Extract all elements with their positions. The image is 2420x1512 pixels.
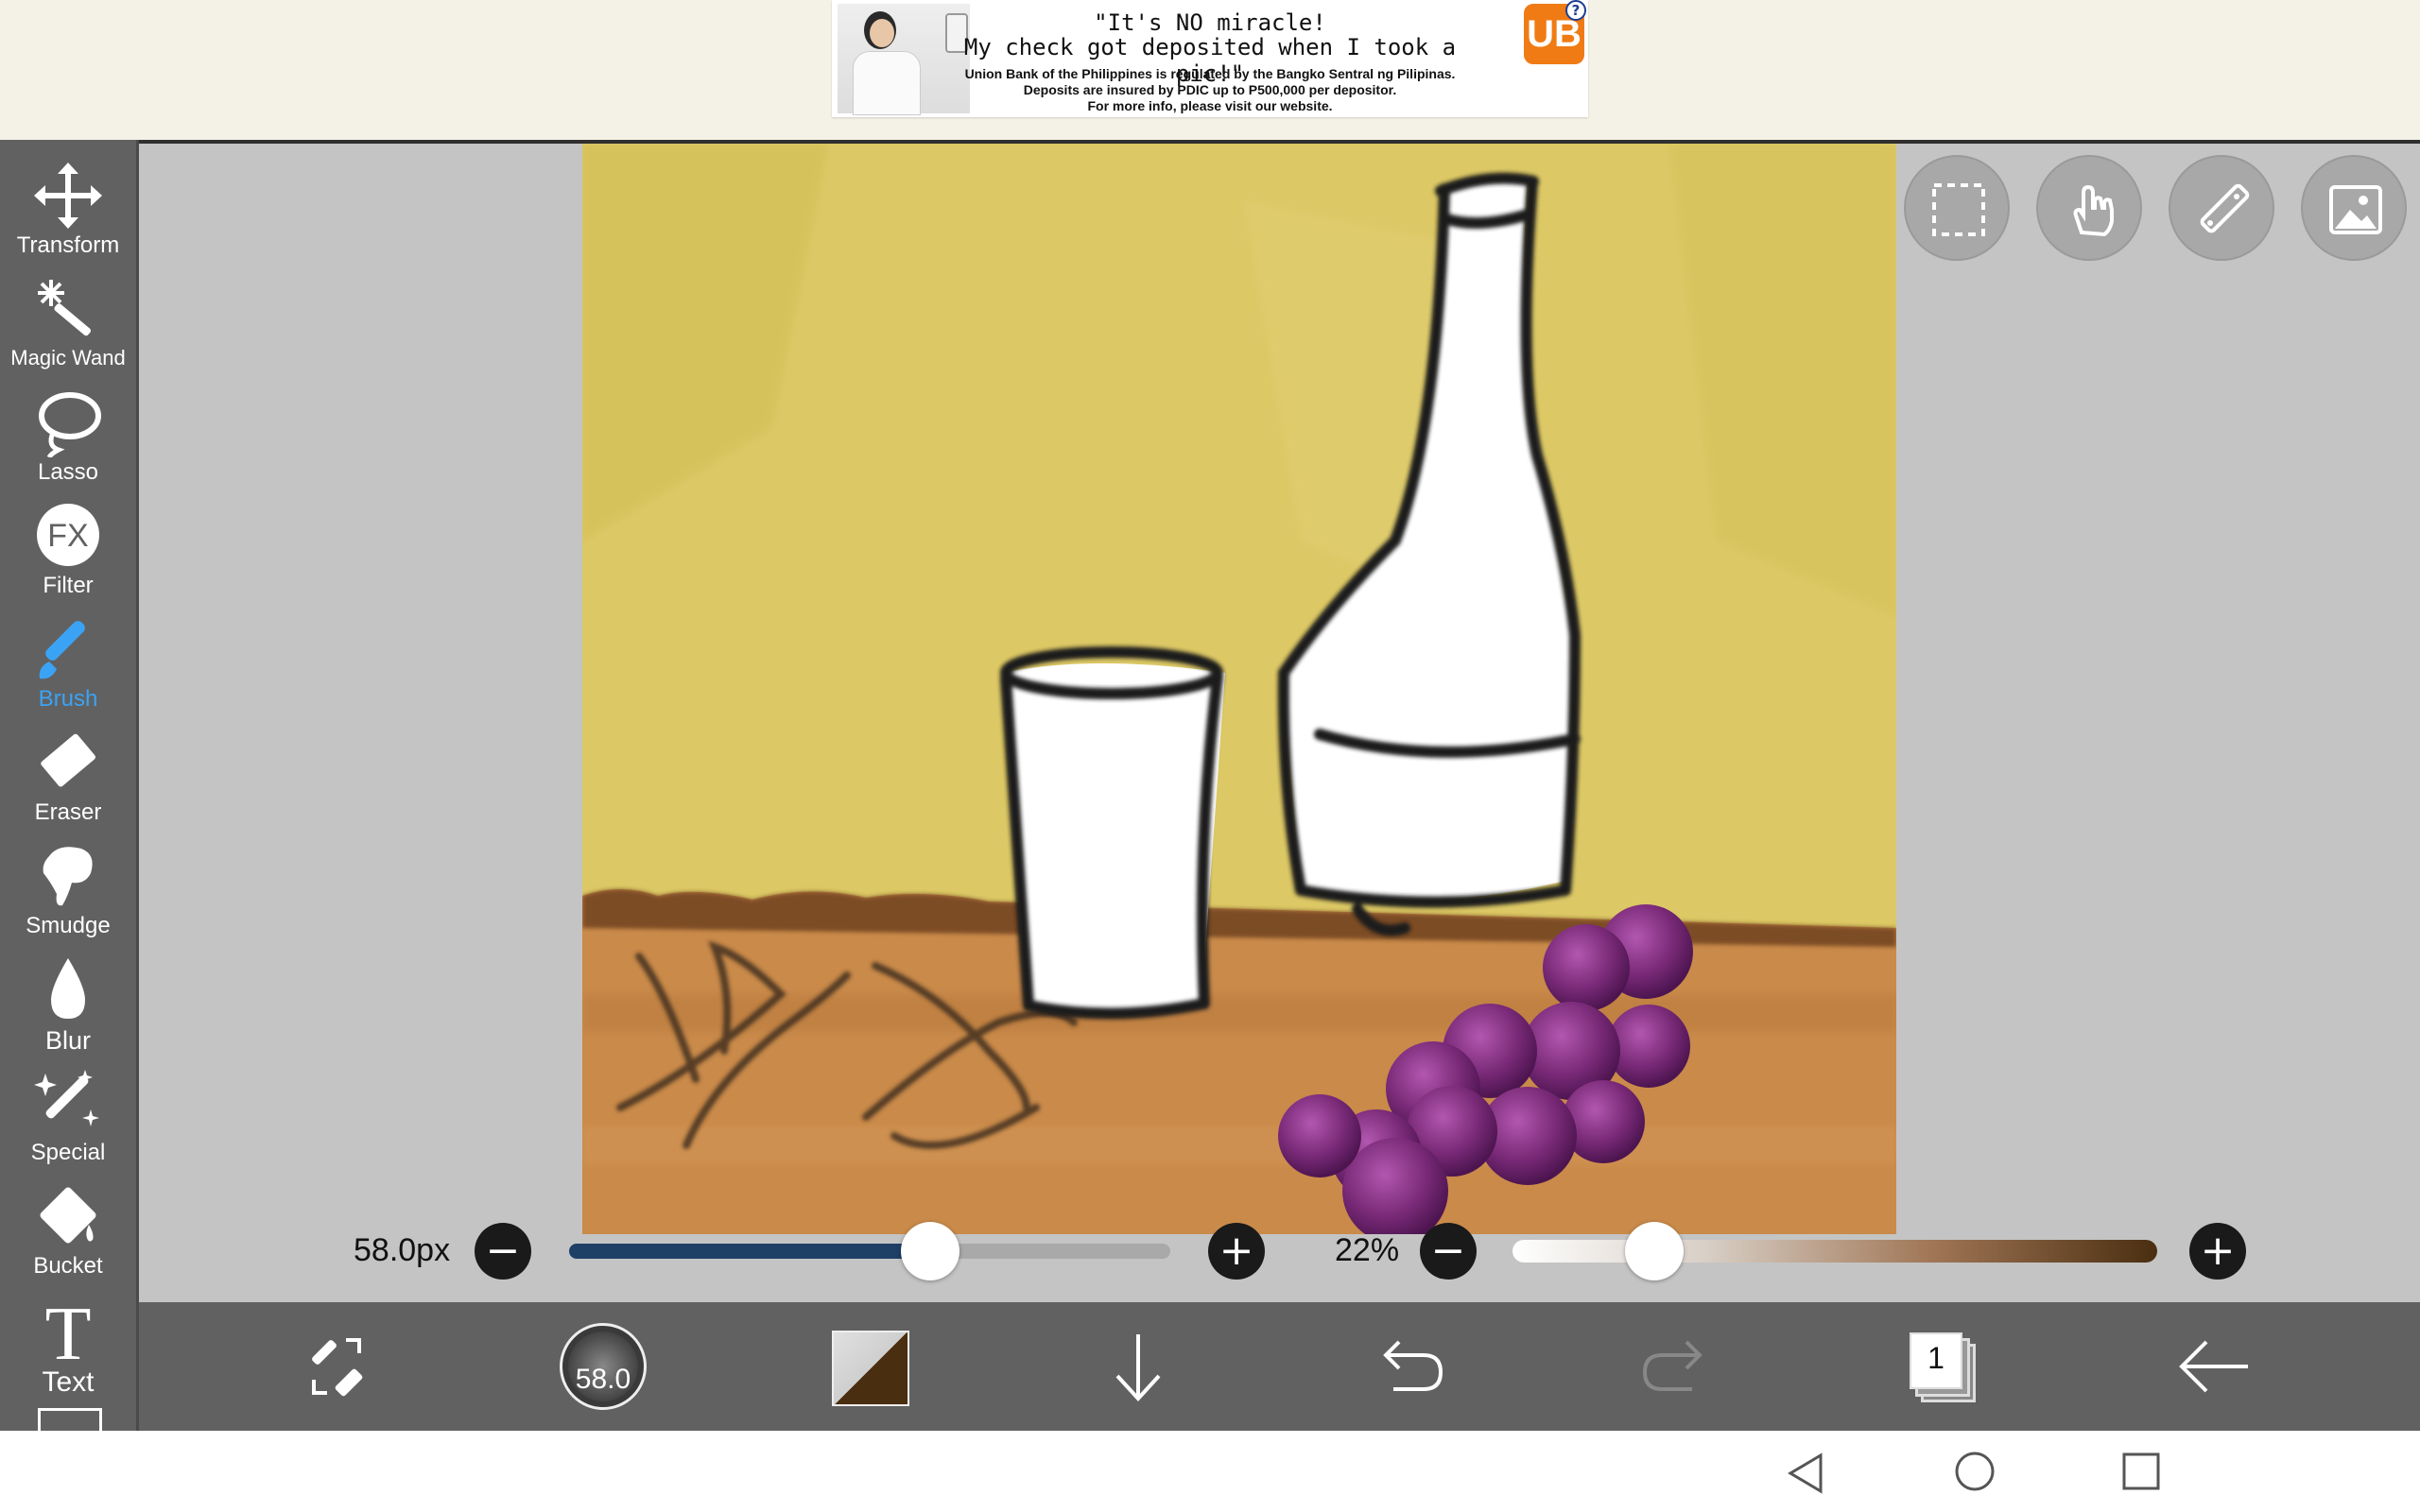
undo-button[interactable] [1365,1323,1452,1410]
tool-label: Eraser [34,799,102,825]
opacity-value: 22% [1335,1232,1400,1268]
tool-transform[interactable]: Transform [0,159,136,272]
undo-icon [1383,1340,1443,1391]
tool-text[interactable]: T Text [0,1293,136,1406]
droplet-icon [51,958,85,1019]
color-swatch-button[interactable] [832,1331,909,1406]
brush-size-badge: 58.0 [575,1364,631,1395]
back-button[interactable] [2170,1323,2257,1410]
bucket-icon [40,1187,96,1244]
layers-button[interactable]: 1 [1902,1323,1989,1410]
tool-brush[interactable]: Brush [0,612,136,726]
svg-text:FX: FX [47,518,88,554]
image-icon [2329,185,2382,234]
nav-home-icon[interactable] [1953,1450,1996,1493]
redo-button[interactable] [1634,1323,1720,1410]
tool-blur[interactable]: Blur [0,953,136,1066]
opacity-increase-button[interactable]: + [2189,1223,2246,1280]
tool-label: Bucket [33,1253,103,1279]
download-button[interactable] [1095,1323,1182,1410]
lasso-icon [39,392,101,457]
tool-label: Text [42,1366,95,1398]
brush-size-slider-thumb[interactable] [900,1222,959,1280]
nav-back-icon[interactable] [1785,1452,1828,1495]
ad-headline-1: "It's NO miracle! [1094,9,1326,36]
tool-label: Special [30,1140,106,1165]
sparkle-pen-icon [34,1070,99,1126]
tool-eraser[interactable]: Eraser [0,726,136,839]
svg-text:T: T [45,1295,92,1365]
bottom-toolbar [139,1302,2420,1431]
brush-size-increase-button[interactable]: + [1208,1223,1265,1280]
opacity-slider-thumb[interactable] [1625,1222,1685,1280]
hand-icon [2073,184,2114,237]
ruler-icon [2200,183,2250,233]
ad-info-icon[interactable]: ? [1565,0,1586,21]
tool-lasso[interactable]: Lasso [0,386,136,499]
opacity-decrease-button[interactable]: − [1420,1223,1477,1280]
tool-label: Transform [16,232,120,258]
swap-tools-icon [312,1338,363,1397]
artwork-still-life [582,144,1896,1234]
brush-size-decrease-button[interactable]: − [475,1223,531,1280]
tool-filter[interactable]: FX Filter [0,499,136,612]
ad-banner[interactable]: "It's NO miracle! My check got deposited… [832,0,1588,117]
tool-label: Magic Wand [10,346,126,369]
selection-button[interactable] [1904,155,2010,261]
ad-disclaimer: Union Bank of the Philippines is regulat… [964,66,1456,113]
brush-size-slider[interactable] [569,1244,1170,1259]
move-arrows-icon [34,163,102,229]
magic-wand-icon [38,280,92,336]
tool-label: Lasso [37,459,99,485]
eraser-icon [41,733,95,787]
drawing-canvas[interactable] [582,144,1896,1234]
smudge-icon [43,847,93,906]
back-icon [2179,1340,2248,1393]
tool-special[interactable]: Special [0,1066,136,1179]
tool-label: Filter [43,573,94,598]
download-icon [1115,1334,1161,1401]
tool-magic-wand[interactable]: Magic Wand [0,272,136,386]
text-icon: T [45,1295,92,1365]
hand-button[interactable] [2036,155,2142,261]
tool-label: Brush [38,686,98,712]
selection-icon [1932,183,1985,236]
layer-count: 1 [1910,1332,1962,1389]
nav-recents-icon[interactable] [2121,1452,2161,1491]
tool-smudge[interactable]: Smudge [0,839,136,953]
fx-icon: FX [37,504,99,566]
swap-tools-button[interactable] [293,1323,380,1410]
system-nav-bar [0,1431,2420,1512]
ruler-button[interactable] [2169,155,2274,261]
opacity-slider[interactable] [1512,1240,2157,1263]
redo-icon [1642,1340,1703,1391]
tool-label: Blur [44,1026,91,1055]
tool-bucket[interactable]: Bucket [0,1179,136,1293]
brush-icon [39,621,85,679]
reference-image-button[interactable] [2301,155,2407,261]
tool-label: Smudge [26,913,111,938]
brush-preview-button[interactable]: 58.0 [560,1323,647,1410]
brush-size-value: 58.0px [354,1232,451,1268]
tool-sidebar: Transform Magic Wand Lasso FX Filter Bru… [0,140,139,1439]
